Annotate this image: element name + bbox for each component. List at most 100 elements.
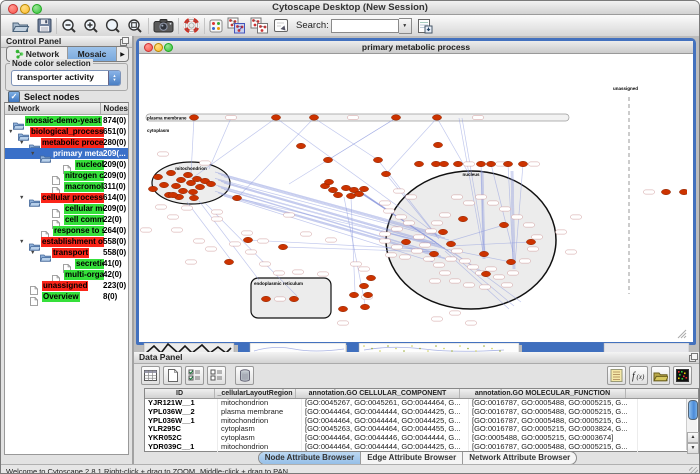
matrix-view-icon[interactable] [673,366,692,385]
network-node-label[interactable] [338,321,349,325]
tree-row-metabolic-process[interactable]: ▼metabolic process280(0) [5,137,128,148]
tree-node-label[interactable]: biological_process [30,127,104,137]
network-node-label[interactable] [532,235,543,239]
network-node-label[interactable] [396,215,407,219]
network-node-label[interactable] [386,253,397,257]
network-node-label[interactable] [556,230,567,234]
tab-node-attribute-browser[interactable]: Node Attribute Browser [259,452,362,464]
node-color-dropdown[interactable]: transporter activity ▲▼ [11,70,121,86]
network-node-label[interactable] [452,195,463,199]
zoom-out-icon[interactable] [61,18,78,34]
table-row[interactable]: YPL036W__2plasma membrane[GO:0044464, GO… [145,408,698,417]
network-node-label[interactable] [392,245,403,249]
float-panel-icon[interactable] [689,353,698,365]
network-node[interactable] [360,304,369,309]
network-node[interactable] [506,259,515,264]
network-node-label[interactable] [446,257,457,261]
network-node-label[interactable] [440,271,451,275]
vizmapper-icon[interactable] [209,19,223,33]
network-node[interactable] [166,170,175,175]
network-node-label[interactable] [392,227,403,231]
network-node[interactable] [359,186,368,191]
network-node-label[interactable] [464,283,475,287]
network-node[interactable] [296,143,305,148]
tree-row-transport[interactable]: ▼transport558(0) [5,247,128,258]
network-node[interactable] [429,251,438,256]
network-node[interactable] [679,189,687,194]
expand-arrow-icon[interactable]: ▼ [19,195,24,201]
network-node-label[interactable] [284,213,295,217]
tree-node-label[interactable]: macromolecule metabolic process [64,182,104,192]
tree-header-nodes[interactable]: Nodes [101,103,128,114]
network-node[interactable] [188,189,197,194]
tree-node-label[interactable]: nucleobase-containing compound metabolic… [75,160,104,170]
network-node-label[interactable] [426,229,437,233]
network-node-label[interactable] [380,239,391,243]
function-builder-icon[interactable]: f(x) [629,366,648,385]
search-input[interactable] [331,19,399,33]
app-title-bar[interactable]: Cytoscape Desktop (New Session) [1,1,699,15]
tree-row-primary-metabolic-process[interactable]: ▼primary metabolic process209(... [5,148,128,159]
network-node-label[interactable] [508,271,519,275]
network-graph[interactable]: plasma membranecytoplasmmitochondrionnuc… [139,54,687,339]
table-row[interactable]: YPL036W__1mitochondrion[GO:0044464, GO:0… [145,417,698,426]
network-node-label[interactable] [156,205,167,209]
tree-row-nitrogen-compound-metabolic-process[interactable]: nitrogen compound metabolic process209(0… [5,170,128,181]
network-node-label[interactable] [212,210,223,214]
network-node[interactable] [183,172,192,177]
unselect-all-attributes-icon[interactable] [207,366,226,385]
network-node-label[interactable] [566,250,577,254]
tree-node-label[interactable]: nitrogen compound metabolic process [64,171,104,181]
network-node-label[interactable] [242,231,253,235]
table-row[interactable]: YJR121W__1mitochondrion[GO:0045267, GO:0… [145,399,698,408]
network-node-label[interactable] [494,275,505,279]
network-node[interactable] [458,216,467,221]
network-node[interactable] [171,183,180,188]
network-node[interactable] [526,239,535,244]
attribute-list-icon[interactable] [607,366,626,385]
tree-row-macromolecule-metabolic-process[interactable]: macromolecule metabolic process311(0) [5,181,128,192]
network-node[interactable] [661,189,670,194]
table-row[interactable]: YLR295Ccytoplasm[GO:0045263, GO:0044464,… [145,425,698,434]
snapshot-icon[interactable] [153,18,174,33]
tree-row-nucleobase-containing-compound-metabolic-process[interactable]: nucleobase-containing compound metabolic… [5,159,128,170]
new-attribute-icon[interactable] [163,366,182,385]
network-node-label[interactable] [450,279,461,283]
network-node[interactable] [373,157,382,162]
network-node-label[interactable] [430,279,441,283]
search-dropdown-arrow[interactable]: ▼ [399,18,412,34]
network-node-label[interactable] [394,189,405,193]
network-node-label[interactable] [182,206,193,210]
network-node[interactable] [432,115,441,120]
tree-node-label[interactable]: cellular process [41,193,104,203]
tree-row-cell-communication[interactable]: cell communication22(0) [5,214,128,225]
tab-edge-attribute-browser[interactable]: Edge Attribute Browser [361,452,463,464]
tree-row-cellular-metabolic-process[interactable]: cellular metabolic process209(0) [5,203,128,214]
network-node-label[interactable] [452,249,463,253]
network-node-label[interactable] [480,285,491,289]
zoom-fit-icon[interactable] [105,18,122,34]
network-node-label[interactable] [460,259,471,263]
help-icon[interactable] [183,17,200,34]
network-node-label[interactable] [301,232,312,236]
network-node-label[interactable] [434,263,445,267]
tree-row-response-to-stimulus[interactable]: response to stimulus264(0) [5,225,128,236]
background-windows[interactable] [134,341,699,352]
tree-node-label[interactable]: Overview [42,292,80,302]
column-header[interactable]: _cellularLayoutRegion [215,389,296,398]
network-node-label[interactable] [194,239,205,243]
network-node-label[interactable] [528,247,539,251]
network-node-label[interactable] [414,235,425,239]
network-node[interactable] [261,296,270,301]
network-node-label[interactable] [348,115,359,119]
network-node-label[interactable] [500,207,511,211]
network-node-label[interactable] [400,255,411,259]
network-node[interactable] [168,192,177,197]
column-header[interactable]: ID [145,389,215,398]
network-node-label[interactable] [571,215,582,219]
network-node[interactable] [271,115,280,120]
network-node[interactable] [439,161,448,166]
expand-arrow-icon[interactable]: ▼ [30,250,35,256]
select-all-attributes-icon[interactable] [185,366,204,385]
network-node-label[interactable] [158,152,169,156]
